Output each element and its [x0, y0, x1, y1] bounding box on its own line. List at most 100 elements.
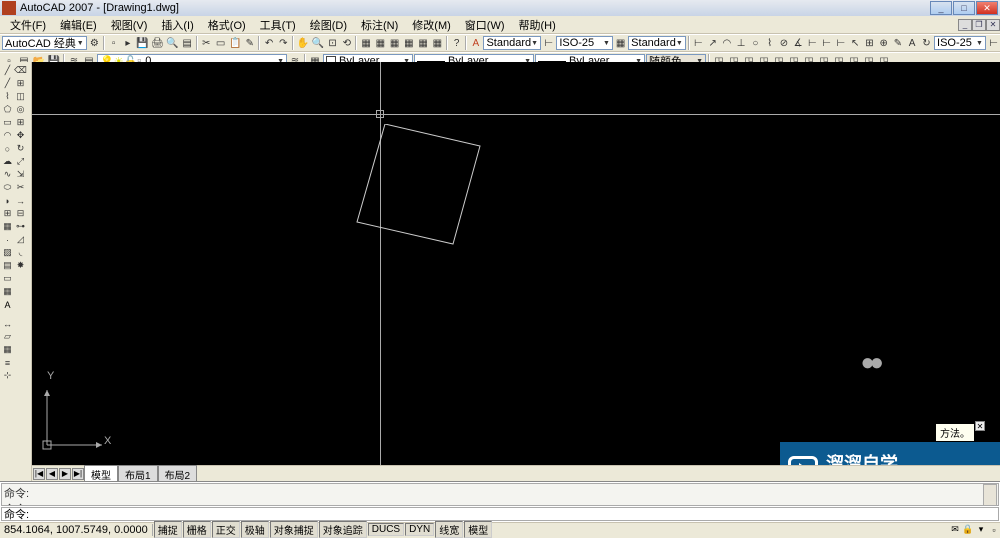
matchprop-button[interactable]: ✎	[243, 36, 256, 50]
command-input[interactable]: 命令:	[1, 507, 999, 521]
dim-center-button[interactable]: ⊕	[877, 36, 890, 50]
copy-button[interactable]: ▭	[214, 36, 227, 50]
grid-toggle[interactable]: 栅格	[183, 521, 211, 538]
copy-obj-button[interactable]: ⊞	[14, 77, 27, 90]
close-button[interactable]: ✕	[976, 1, 998, 15]
dim-continue-button[interactable]: ⊢	[834, 36, 847, 50]
line-button[interactable]: ╱	[1, 64, 14, 77]
menu-draw[interactable]: 绘图(D)	[304, 16, 353, 34]
menu-help[interactable]: 帮助(H)	[513, 16, 562, 34]
revcloud-button[interactable]: ☁	[1, 155, 14, 168]
break-button[interactable]: ⊟	[14, 207, 27, 220]
publish-button[interactable]: ▤	[180, 36, 193, 50]
scale-button[interactable]: ⤢	[14, 155, 27, 168]
dyn-toggle[interactable]: DYN	[405, 523, 434, 536]
hatch-button[interactable]: ▨	[1, 246, 14, 259]
region-button[interactable]: ▭	[1, 272, 14, 285]
snap-toggle[interactable]: 捕捉	[154, 521, 182, 538]
doc-close-button[interactable]: ✕	[986, 19, 1000, 31]
workspace-settings-button[interactable]: ⚙	[88, 36, 101, 50]
id-button[interactable]: ⊹	[1, 369, 14, 382]
textstyle-icon[interactable]: A	[469, 36, 482, 50]
menu-dimension[interactable]: 标注(N)	[355, 16, 404, 34]
sheetset-button[interactable]: ▦	[402, 36, 415, 50]
mirror-button[interactable]: ◫	[14, 90, 27, 103]
point-button[interactable]: ·	[1, 233, 14, 246]
dim-aligned-button[interactable]: ↗	[706, 36, 719, 50]
rectangle-button[interactable]: ▭	[1, 116, 14, 129]
tab-nav-prev[interactable]: ◀	[46, 468, 58, 480]
doc-restore-button[interactable]: ❐	[972, 19, 986, 31]
dim-jogged-button[interactable]: ⌇	[763, 36, 776, 50]
workspace-dropdown[interactable]: AutoCAD 经典▼	[2, 36, 87, 50]
table-button[interactable]: ▦	[1, 285, 14, 298]
area-button[interactable]: ▱	[1, 330, 14, 343]
lock-icon[interactable]: 🔒	[962, 524, 974, 536]
cut-button[interactable]: ✂	[200, 36, 213, 50]
model-toggle[interactable]: 模型	[464, 521, 492, 538]
ellipsearc-button[interactable]: ◗	[1, 194, 14, 207]
undo-button[interactable]: ↶	[262, 36, 275, 50]
tab-layout1[interactable]: 布局1	[118, 465, 158, 483]
extend-button[interactable]: →	[14, 194, 27, 207]
minimize-button[interactable]: _	[930, 1, 952, 15]
dim-update-button[interactable]: ↻	[920, 36, 933, 50]
properties-button[interactable]: ▦	[359, 36, 372, 50]
tablestyle-icon[interactable]: ▦	[614, 36, 627, 50]
dim-radius-button[interactable]: ○	[749, 36, 762, 50]
distance-button[interactable]: ↔	[1, 317, 14, 330]
mtext-button[interactable]: A	[1, 298, 14, 311]
massprops-button[interactable]: ▦	[1, 343, 14, 356]
list-button[interactable]: ≡	[1, 356, 14, 369]
new-button[interactable]: ▫	[107, 36, 120, 50]
circle-button[interactable]: ○	[1, 142, 14, 155]
ortho-toggle[interactable]: 正交	[212, 521, 240, 538]
dim-angular-button[interactable]: ∡	[792, 36, 805, 50]
dim-style-button[interactable]: ⊢	[987, 36, 1000, 50]
array-button[interactable]: ⊞	[14, 116, 27, 129]
rotate-button[interactable]: ↻	[14, 142, 27, 155]
tab-nav-first[interactable]: |◀	[33, 468, 45, 480]
menu-tools[interactable]: 工具(T)	[254, 16, 302, 34]
otrack-toggle[interactable]: 对象追踪	[319, 521, 367, 538]
pan-button[interactable]: ✋	[296, 36, 310, 50]
help-button[interactable]: ?	[450, 36, 463, 50]
join-button[interactable]: ⊶	[14, 220, 27, 233]
dimstyle-icon[interactable]: ⊢	[542, 36, 555, 50]
textstyle-dropdown[interactable]: Standard▼	[483, 36, 541, 50]
dimstyle-dropdown[interactable]: ISO-25▼	[556, 36, 613, 50]
zoom-prev-button[interactable]: ⟲	[340, 36, 353, 50]
save-button[interactable]: 💾	[135, 36, 149, 50]
lwt-toggle[interactable]: 线宽	[435, 521, 463, 538]
trim-button[interactable]: ✂	[14, 181, 27, 194]
preview-button[interactable]: 🔍	[165, 36, 179, 50]
drawing-canvas[interactable]: X Y ● ●	[32, 62, 1000, 465]
tray-icon[interactable]: ▾	[975, 524, 987, 536]
dim-edit-button[interactable]: ✎	[891, 36, 904, 50]
fillet-button[interactable]: ◟	[14, 246, 27, 259]
menu-edit[interactable]: 编辑(E)	[54, 16, 103, 34]
stretch-button[interactable]: ⇲	[14, 168, 27, 181]
zoom-window-button[interactable]: ⊡	[326, 36, 339, 50]
plot-button[interactable]: 🖨	[150, 36, 164, 50]
menu-window[interactable]: 窗口(W)	[459, 16, 511, 34]
command-scrollbar[interactable]	[983, 484, 997, 506]
markup-button[interactable]: ▦	[416, 36, 429, 50]
dim-baseline-button[interactable]: ⊢	[820, 36, 833, 50]
dim-quick-button[interactable]: ⊢	[806, 36, 819, 50]
menu-modify[interactable]: 修改(M)	[406, 16, 457, 34]
tablestyle-dropdown[interactable]: Standard▼	[628, 36, 686, 50]
dim-linear-button[interactable]: ⊢	[692, 36, 705, 50]
spline-button[interactable]: ∿	[1, 168, 14, 181]
menu-format[interactable]: 格式(O)	[202, 16, 252, 34]
tab-model[interactable]: 模型	[84, 465, 118, 483]
block-button[interactable]: ▦	[1, 220, 14, 233]
menu-view[interactable]: 视图(V)	[105, 16, 154, 34]
paste-button[interactable]: 📋	[228, 36, 242, 50]
insert-button[interactable]: ⊞	[1, 207, 14, 220]
arc-button[interactable]: ◠	[1, 129, 14, 142]
designcenter-button[interactable]: ▦	[374, 36, 387, 50]
zoom-rt-button[interactable]: 🔍	[311, 36, 325, 50]
dim-tedit-button[interactable]: A	[906, 36, 919, 50]
menu-file[interactable]: 文件(F)	[4, 16, 52, 34]
